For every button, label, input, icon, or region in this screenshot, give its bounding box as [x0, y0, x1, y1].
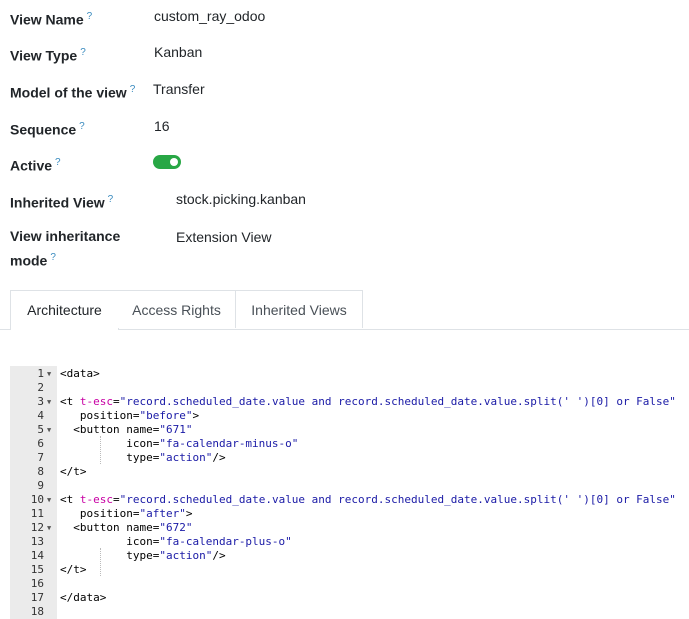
fold-arrow-icon[interactable]: ▼: [47, 395, 55, 409]
help-icon[interactable]: ?: [87, 11, 93, 22]
code-text: <button name="672": [60, 521, 193, 534]
inheritance-mode-value[interactable]: Extension View: [176, 227, 271, 248]
sequence-label: Sequence?: [10, 116, 85, 141]
line-number: 2: [37, 381, 44, 394]
line-number: 7: [37, 451, 44, 464]
code-text: </t>: [60, 563, 87, 576]
view-type-label: View Type?: [10, 42, 86, 67]
active-label-text: Active: [10, 157, 53, 174]
line-number: 18: [30, 605, 44, 618]
code-text: </data>: [60, 591, 107, 604]
code-text: position="before">: [60, 409, 200, 422]
code-text: </t>: [60, 465, 87, 478]
tab-access-rights[interactable]: Access Rights: [118, 290, 236, 328]
model-label: Model of the view?: [10, 79, 135, 104]
fold-arrow-icon[interactable]: ▼: [47, 521, 55, 535]
line-number: 15: [30, 563, 44, 576]
sequence-label-text: Sequence: [10, 121, 77, 138]
help-icon[interactable]: ?: [79, 121, 85, 132]
code-text: icon="fa-calendar-plus-o": [60, 535, 292, 548]
fold-arrow-icon[interactable]: ▼: [47, 423, 55, 437]
active-label: Active?: [10, 152, 61, 177]
line-number: 17: [30, 591, 44, 604]
line-number: 16: [30, 577, 44, 590]
view-name-value[interactable]: custom_ray_odoo: [154, 6, 265, 27]
view-type-value[interactable]: Kanban: [154, 42, 202, 63]
inherited-view-label-text: Inherited View: [10, 194, 105, 211]
line-number: 14: [30, 549, 44, 562]
notebook-tabs: Architecture Access Rights Inherited Vie…: [0, 290, 689, 330]
help-icon[interactable]: ?: [80, 47, 86, 58]
line-number: 6: [37, 437, 44, 450]
model-label-text: Model of the view: [10, 84, 127, 101]
code-text: icon="fa-calendar-minus-o": [60, 437, 299, 450]
code-text: <t t-esc="record.scheduled_date.value an…: [60, 395, 676, 408]
code-text: type="action"/>: [60, 549, 226, 562]
tab-inherited-views[interactable]: Inherited Views: [235, 290, 363, 328]
view-name-label-text: View Name: [10, 11, 84, 28]
inheritance-mode-label-text: View inheritance: [10, 228, 121, 244]
line-number: 4: [37, 409, 44, 422]
line-number: 13: [30, 535, 44, 548]
view-type-label-text: View Type: [10, 47, 78, 64]
help-icon[interactable]: ?: [55, 157, 61, 168]
line-number: 1: [37, 367, 44, 380]
tab-architecture[interactable]: Architecture: [10, 290, 119, 330]
line-number: 12: [30, 521, 44, 534]
help-icon[interactable]: ?: [130, 84, 136, 95]
inheritance-mode-label-line2: mode?: [10, 247, 56, 272]
toggle-knob: [170, 158, 178, 166]
active-toggle[interactable]: [153, 155, 181, 169]
inherited-view-label: Inherited View?: [10, 189, 113, 214]
code-text: position="after">: [60, 507, 193, 520]
code-editor[interactable]: 1 ▼ <data> 2 3 ▼ <t t-esc="record.scheduled_da…: [10, 366, 689, 619]
fold-arrow-icon[interactable]: ▼: [47, 367, 55, 381]
inheritance-mode-label-text2: mode: [10, 252, 48, 269]
line-number: 10: [30, 493, 44, 506]
line-number: 5: [37, 423, 44, 436]
code-text: <t t-esc="record.scheduled_date.value an…: [60, 493, 676, 506]
code-text: type="action"/>: [60, 451, 226, 464]
help-icon[interactable]: ?: [50, 252, 56, 263]
inherited-view-value[interactable]: stock.picking.kanban: [176, 189, 306, 210]
line-number: 8: [37, 465, 44, 478]
sequence-value[interactable]: 16: [154, 116, 170, 137]
view-name-label: View Name?: [10, 6, 92, 31]
code-text: <button name="671": [60, 423, 193, 436]
code-text: <data>: [60, 367, 100, 380]
line-number: 3: [37, 395, 44, 408]
line-number: 11: [30, 507, 44, 520]
help-icon[interactable]: ?: [108, 194, 114, 205]
model-value[interactable]: Transfer: [153, 79, 205, 100]
fold-arrow-icon[interactable]: ▼: [47, 493, 55, 507]
inheritance-mode-label: View inheritance: [10, 226, 120, 247]
line-number: 9: [37, 479, 44, 492]
